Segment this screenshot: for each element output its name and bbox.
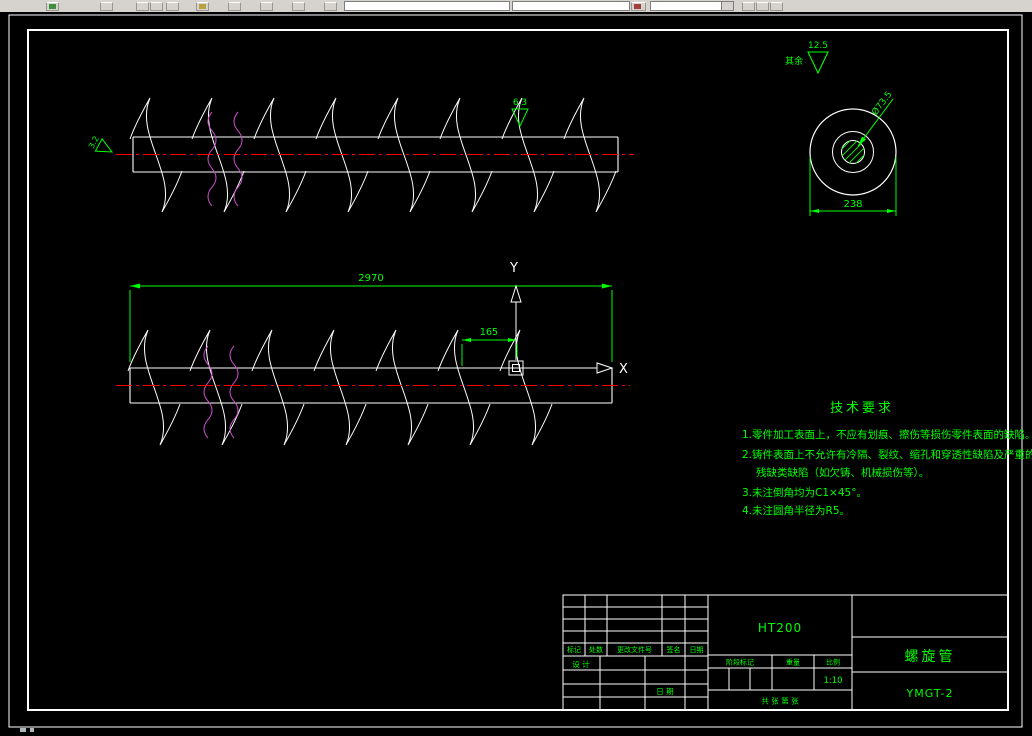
dimension-lines [129, 285, 613, 362]
dimension-text: 238 [843, 199, 862, 210]
statusbar-fragment [30, 728, 34, 732]
statusbar-fragment [20, 728, 26, 732]
weight-label: 重量 [786, 659, 800, 667]
header-sign: 签名 [667, 645, 681, 654]
auger-end-view[interactable] [809, 108, 897, 196]
dimension-bore-diameter[interactable]: Ø73.5 [857, 89, 895, 147]
title-block-main-dividers [707, 595, 853, 710]
section-hatch [841, 140, 865, 164]
y-axis-arrow-icon [510, 284, 522, 303]
break-line [229, 345, 239, 439]
arrowhead-icon [810, 209, 819, 213]
tech-requirement-line: 1.零件加工表面上，不应有划痕、擦伤等损伤零件表面的缺陷。 [742, 428, 1032, 441]
arrowhead-icon [462, 338, 471, 342]
dimension-text: 165 [480, 327, 498, 338]
sheet-label: 共 张 第 张 [761, 696, 799, 706]
dimension-outer-diameter[interactable]: 238 [809, 157, 897, 216]
shaft-roughness-note[interactable]: 3.2 [87, 134, 116, 158]
centerlines [116, 154, 634, 386]
part-name: 螺旋管 [905, 649, 956, 665]
arrowhead-icon [130, 283, 140, 289]
header-date: 日期 [690, 646, 704, 654]
auger-side-view-bottom[interactable] [127, 329, 613, 446]
arrowhead-icon [602, 283, 612, 289]
ucs-icon: Y X [508, 261, 628, 377]
tech-requirements-title: 技术要求 [830, 401, 894, 416]
auger-flights [127, 329, 553, 446]
material-cell: HT200 [758, 621, 802, 635]
surface-roughness-icon [807, 51, 829, 75]
header-count: 处数 [589, 645, 603, 654]
roughness-value: 12.5 [808, 41, 828, 51]
break-line [207, 111, 217, 207]
break-line [233, 111, 243, 207]
title-block-left-columns-bottom [599, 656, 686, 710]
stage-label: 阶段标记 [726, 658, 754, 667]
title-block: HT200 标记 处数 更改文件号 签名 日期 设 计 日 期 阶段标记 重量 … [562, 594, 1009, 711]
cad-application-window: 238 Ø73.5 12.5 其余 6.3 3.2 2970 165 Y X 技… [0, 0, 1032, 736]
roughness-value: 6.3 [513, 98, 527, 108]
scale-label: 比例 [826, 658, 840, 667]
frame-inner-border [27, 29, 1009, 711]
header-file: 更改文件号 [617, 645, 652, 654]
dimension-pitch[interactable]: 165 [461, 327, 518, 366]
arrowhead-icon [887, 209, 896, 213]
dimension-text: 2970 [358, 273, 383, 284]
title-block-text: HT200 标记 处数 更改文件号 签名 日期 设 计 日 期 阶段标记 重量 … [567, 621, 956, 706]
design-label: 设 计 [572, 659, 590, 669]
tech-requirement-line: 4.未注圆角半径为R5。 [742, 504, 850, 517]
header-mark: 标记 [567, 645, 581, 654]
dimension-overall-length[interactable]: 2970 [129, 273, 613, 362]
x-axis-arrow-icon [596, 362, 614, 374]
drawing-number: YMGT-2 [905, 687, 953, 700]
general-roughness-note[interactable]: 12.5 其余 [785, 41, 829, 75]
roughness-value: 3.2 [87, 135, 101, 150]
tech-requirement-line: 3.未注倒角均为C1×45°。 [742, 486, 867, 499]
x-axis-label: X [619, 362, 628, 377]
drawing-canvas[interactable]: 238 Ø73.5 12.5 其余 6.3 3.2 2970 165 Y X 技… [0, 0, 1032, 736]
technical-requirements: 技术要求 1.零件加工表面上，不应有划痕、擦伤等损伤零件表面的缺陷。 2.铸件表… [742, 401, 1032, 517]
roughness-prefix: 其余 [785, 55, 803, 67]
scale-value: 1:10 [823, 676, 842, 686]
date-label: 日 期 [656, 687, 673, 696]
y-axis-label: Y [509, 261, 518, 276]
tech-requirement-line: 2.铸件表面上不允许有冷隔、裂纹、缩孔和穿透性缺陷及严重的 [742, 448, 1032, 461]
tech-requirement-line: 残缺类缺陷（如欠铸、机械损伤等）。 [756, 466, 929, 479]
